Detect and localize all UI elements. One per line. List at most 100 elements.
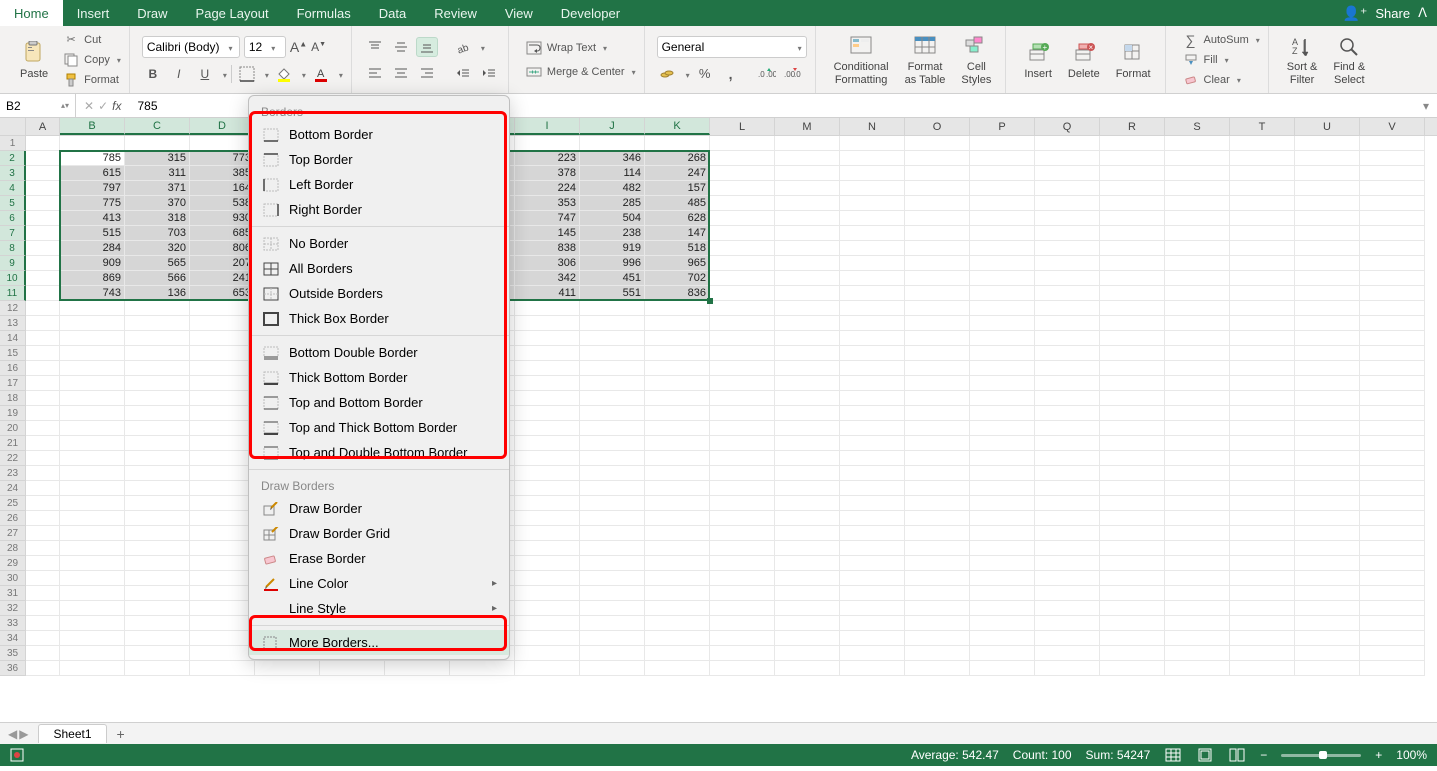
cell-C2[interactable]: 315: [125, 151, 190, 166]
cell-J30[interactable]: [580, 571, 645, 586]
cell-K5[interactable]: 485: [645, 196, 710, 211]
cell-T25[interactable]: [1230, 496, 1295, 511]
cell-D22[interactable]: [190, 451, 255, 466]
cell-L22[interactable]: [710, 451, 775, 466]
cell-M11[interactable]: [775, 286, 840, 301]
row-header-29[interactable]: 29: [0, 556, 26, 571]
cell-P5[interactable]: [970, 196, 1035, 211]
cell-K28[interactable]: [645, 541, 710, 556]
cell-U23[interactable]: [1295, 466, 1360, 481]
cell-D36[interactable]: [190, 661, 255, 676]
cell-M30[interactable]: [775, 571, 840, 586]
cell-P28[interactable]: [970, 541, 1035, 556]
page-layout-view-icon[interactable]: [1196, 747, 1214, 763]
cell-J16[interactable]: [580, 361, 645, 376]
cell-C26[interactable]: [125, 511, 190, 526]
cell-N33[interactable]: [840, 616, 905, 631]
cell-T22[interactable]: [1230, 451, 1295, 466]
select-all-corner[interactable]: [0, 118, 26, 135]
cell-I12[interactable]: [515, 301, 580, 316]
cell-L11[interactable]: [710, 286, 775, 301]
border-item-draw-border[interactable]: Draw Border: [249, 496, 509, 521]
border-item-thick-bottom-border[interactable]: Thick Bottom Border: [249, 365, 509, 390]
cell-B11[interactable]: 743: [60, 286, 125, 301]
cell-R22[interactable]: [1100, 451, 1165, 466]
cell-L33[interactable]: [710, 616, 775, 631]
cell-F36[interactable]: [320, 661, 385, 676]
add-sheet-button[interactable]: +: [109, 726, 133, 742]
cell-R11[interactable]: [1100, 286, 1165, 301]
align-left-icon[interactable]: [364, 63, 386, 83]
cell-K31[interactable]: [645, 586, 710, 601]
cell-A3[interactable]: [26, 166, 60, 181]
cell-D4[interactable]: 164: [190, 181, 255, 196]
cell-Q25[interactable]: [1035, 496, 1100, 511]
cell-K4[interactable]: 157: [645, 181, 710, 196]
cell-B19[interactable]: [60, 406, 125, 421]
cell-C3[interactable]: 311: [125, 166, 190, 181]
cell-I34[interactable]: [515, 631, 580, 646]
cell-C36[interactable]: [125, 661, 190, 676]
cell-O16[interactable]: [905, 361, 970, 376]
cell-Q6[interactable]: [1035, 211, 1100, 226]
cell-O21[interactable]: [905, 436, 970, 451]
cell-M4[interactable]: [775, 181, 840, 196]
sort-filter-button[interactable]: AZ Sort & Filter: [1281, 31, 1324, 87]
cell-T35[interactable]: [1230, 646, 1295, 661]
cell-R32[interactable]: [1100, 601, 1165, 616]
cell-D27[interactable]: [190, 526, 255, 541]
cell-N30[interactable]: [840, 571, 905, 586]
cell-U31[interactable]: [1295, 586, 1360, 601]
cell-T3[interactable]: [1230, 166, 1295, 181]
cell-L5[interactable]: [710, 196, 775, 211]
cell-V5[interactable]: [1360, 196, 1425, 211]
cell-K1[interactable]: [645, 136, 710, 151]
row-header-3[interactable]: 3: [0, 166, 26, 181]
cell-S24[interactable]: [1165, 481, 1230, 496]
bold-button[interactable]: B: [142, 64, 164, 84]
col-header-U[interactable]: U: [1295, 118, 1360, 135]
cell-R1[interactable]: [1100, 136, 1165, 151]
cell-V14[interactable]: [1360, 331, 1425, 346]
border-item-line-color[interactable]: Line Color: [249, 571, 509, 596]
cell-B32[interactable]: [60, 601, 125, 616]
cell-K23[interactable]: [645, 466, 710, 481]
cell-N5[interactable]: [840, 196, 905, 211]
cell-P9[interactable]: [970, 256, 1035, 271]
row-header-30[interactable]: 30: [0, 571, 26, 586]
cell-I25[interactable]: [515, 496, 580, 511]
cell-R3[interactable]: [1100, 166, 1165, 181]
cell-C12[interactable]: [125, 301, 190, 316]
comma-icon[interactable]: ,: [720, 64, 742, 84]
cell-V27[interactable]: [1360, 526, 1425, 541]
cell-C21[interactable]: [125, 436, 190, 451]
cell-U20[interactable]: [1295, 421, 1360, 436]
cell-T6[interactable]: [1230, 211, 1295, 226]
col-header-B[interactable]: B: [60, 118, 125, 135]
cell-B29[interactable]: [60, 556, 125, 571]
cell-A34[interactable]: [26, 631, 60, 646]
cell-Q24[interactable]: [1035, 481, 1100, 496]
cell-A36[interactable]: [26, 661, 60, 676]
cell-C13[interactable]: [125, 316, 190, 331]
cell-J15[interactable]: [580, 346, 645, 361]
cell-T18[interactable]: [1230, 391, 1295, 406]
cell-M19[interactable]: [775, 406, 840, 421]
cell-N10[interactable]: [840, 271, 905, 286]
cell-O36[interactable]: [905, 661, 970, 676]
cell-D10[interactable]: 241: [190, 271, 255, 286]
cell-J14[interactable]: [580, 331, 645, 346]
cell-L15[interactable]: [710, 346, 775, 361]
number-format-select[interactable]: General: [657, 36, 807, 58]
row-header-4[interactable]: 4: [0, 181, 26, 196]
cell-I30[interactable]: [515, 571, 580, 586]
cell-D3[interactable]: 385: [190, 166, 255, 181]
row-header-14[interactable]: 14: [0, 331, 26, 346]
tab-data[interactable]: Data: [365, 0, 420, 26]
row-header-24[interactable]: 24: [0, 481, 26, 496]
cell-T5[interactable]: [1230, 196, 1295, 211]
cell-J7[interactable]: 238: [580, 226, 645, 241]
row-header-31[interactable]: 31: [0, 586, 26, 601]
cell-U28[interactable]: [1295, 541, 1360, 556]
cell-B34[interactable]: [60, 631, 125, 646]
